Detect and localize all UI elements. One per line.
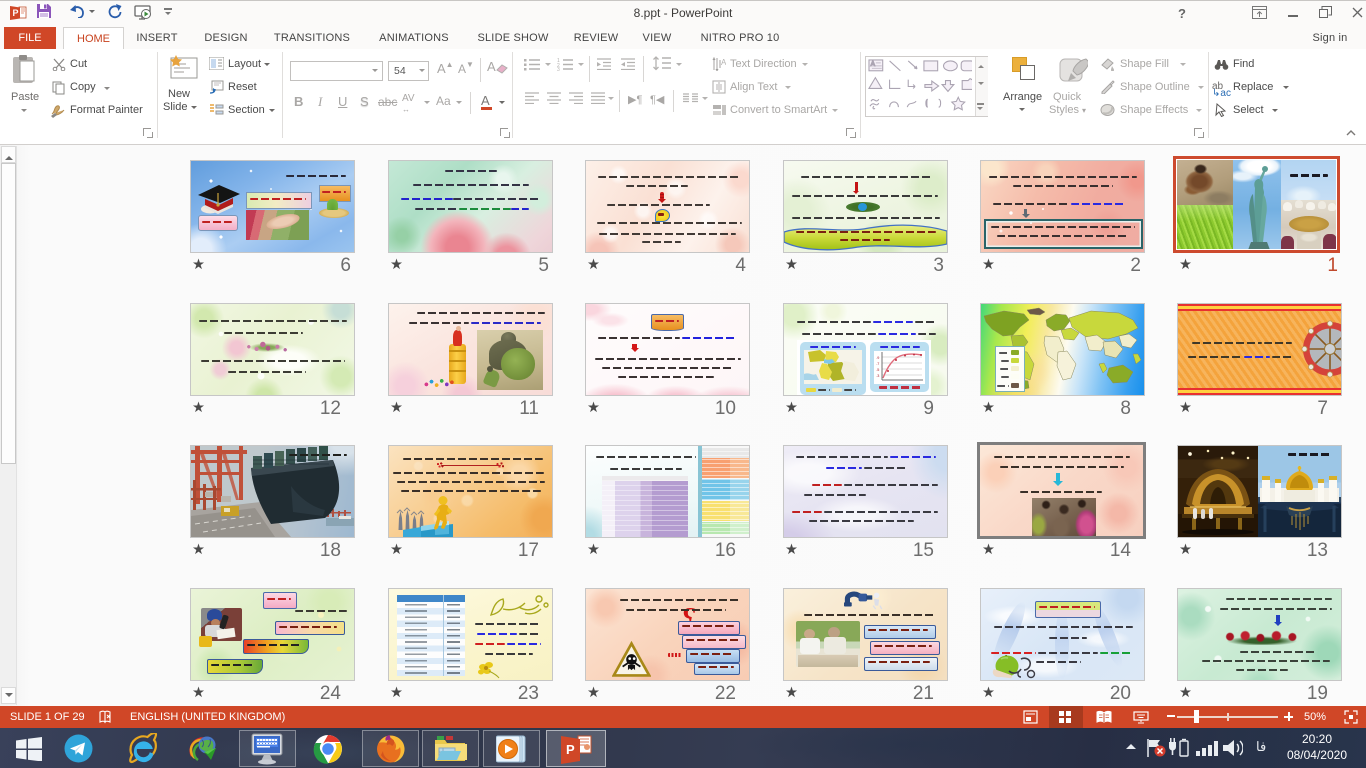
svg-text:.9: .9 (876, 355, 880, 360)
svg-text:.5: .5 (876, 367, 880, 372)
svg-text:A: A (870, 61, 875, 68)
svg-text:.7: .7 (876, 361, 880, 366)
svg-text:A: A (721, 58, 726, 67)
svg-text:P: P (566, 742, 575, 757)
svg-text:3: 3 (557, 67, 560, 71)
svg-text:.3: .3 (876, 373, 880, 378)
